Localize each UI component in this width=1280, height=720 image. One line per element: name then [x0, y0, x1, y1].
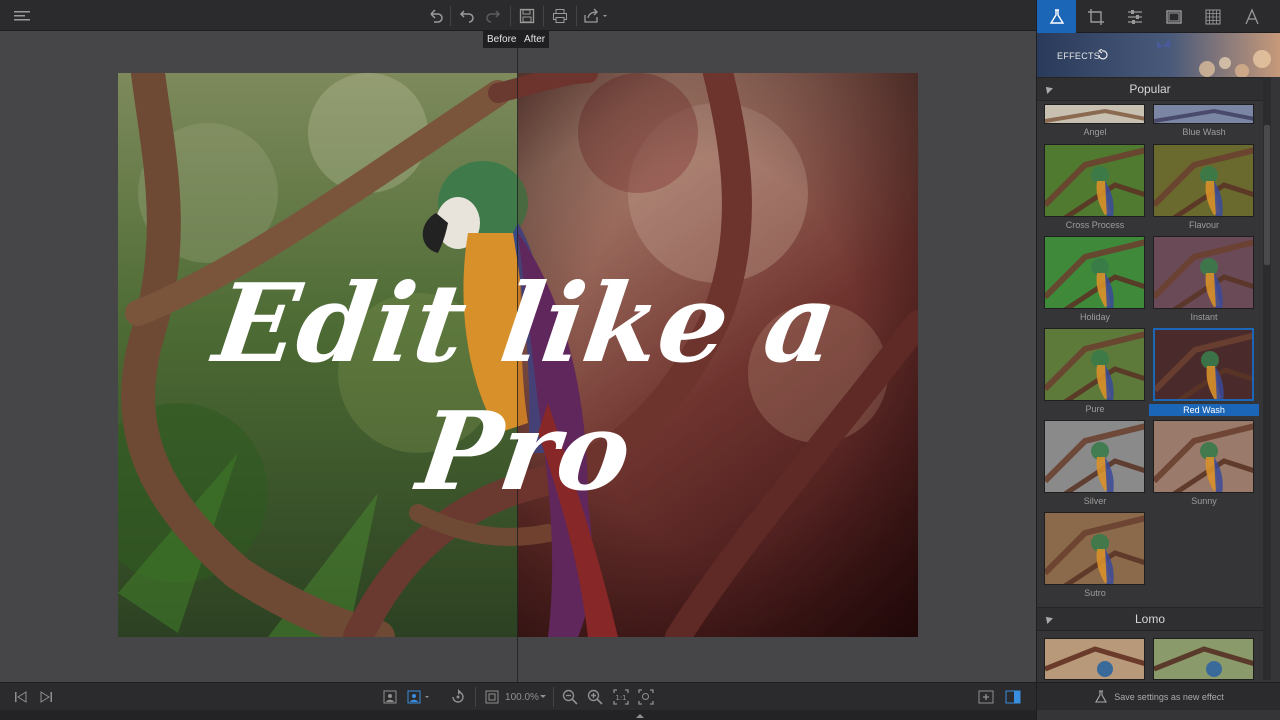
- zoom-fit-icon[interactable]: [636, 686, 656, 708]
- redo-icon[interactable]: [481, 4, 505, 28]
- section-popular-label: Popular: [1129, 82, 1171, 96]
- effect-label-holiday: Holiday: [1079, 312, 1110, 322]
- effects-header-label: EFFECTS: [1057, 51, 1101, 61]
- tab-crop[interactable]: [1076, 0, 1115, 33]
- add-image-icon[interactable]: [976, 686, 996, 708]
- save-icon[interactable]: [515, 4, 539, 28]
- effects-panel: EFFECTS Popular Angel Blue Wash Cross Pr…: [1036, 0, 1280, 720]
- share-icon[interactable]: [581, 4, 611, 28]
- tab-text[interactable]: [1232, 0, 1271, 33]
- last-image-icon[interactable]: [37, 686, 55, 708]
- compare-view-icon[interactable]: [406, 686, 436, 708]
- effect-label-sutro: Sutro: [1084, 588, 1106, 598]
- tab-effects[interactable]: [1037, 0, 1076, 33]
- after-label: After: [520, 31, 550, 48]
- undo-icon[interactable]: [423, 4, 447, 28]
- effect-thumb-blue-wash[interactable]: [1153, 104, 1254, 124]
- lomo-thumb-2[interactable]: [1153, 638, 1254, 680]
- effects-scrollbar[interactable]: [1263, 77, 1271, 680]
- panel-tabs: [1037, 0, 1280, 33]
- effect-label-pure: Pure: [1085, 404, 1105, 414]
- print-icon[interactable]: [548, 4, 572, 28]
- zoom-dropdown-icon[interactable]: [538, 686, 548, 708]
- effect-thumb-silver[interactable]: [1044, 420, 1145, 493]
- effect-label-flavour: Flavour: [1188, 220, 1219, 230]
- rotate-icon[interactable]: [448, 686, 468, 708]
- single-view-icon[interactable]: [380, 686, 400, 708]
- section-popular[interactable]: Popular: [1037, 77, 1263, 101]
- zoom-in-icon[interactable]: [585, 686, 605, 708]
- bottom-toolbar: 100.0% 1:1: [0, 682, 1036, 710]
- effect-thumb-instant[interactable]: [1153, 236, 1254, 309]
- zoom-out-icon[interactable]: [560, 686, 580, 708]
- top-toolbar: [0, 0, 1036, 31]
- text-icon: [1244, 7, 1259, 24]
- before-after-divider[interactable]: [517, 31, 518, 682]
- frame-icon: [1165, 9, 1182, 24]
- effect-label-silver: Silver: [1083, 496, 1107, 506]
- effect-thumb-cross-process[interactable]: [1044, 144, 1145, 217]
- sliders-icon: [1127, 9, 1142, 24]
- flask-icon: [1049, 8, 1064, 24]
- hamburger-icon[interactable]: [10, 4, 34, 28]
- section-lomo-label: Lomo: [1134, 612, 1166, 626]
- save-effect-label: Save settings as new effect: [1114, 691, 1224, 702]
- image-canvas[interactable]: Before After Edit like a Pro: [0, 31, 1036, 682]
- tab-textures[interactable]: [1193, 0, 1232, 33]
- effect-label-cross-process: Cross Process: [1065, 220, 1125, 230]
- effect-label-instant: Instant: [1190, 312, 1218, 322]
- grid-icon: [1205, 9, 1220, 24]
- section-lomo[interactable]: Lomo: [1037, 607, 1263, 631]
- save-effect-button[interactable]: Save settings as new effect: [1037, 682, 1280, 710]
- zoom-level[interactable]: 100.0%: [503, 686, 541, 708]
- scroll-thumb[interactable]: [1264, 125, 1270, 265]
- photo-preview: [118, 73, 918, 637]
- effect-thumb-pure[interactable]: [1044, 328, 1145, 401]
- effects-header: EFFECTS: [1037, 33, 1280, 77]
- effect-thumb-sutro[interactable]: [1044, 512, 1145, 585]
- first-image-icon[interactable]: [12, 686, 30, 708]
- svg-text:1:1: 1:1: [615, 694, 626, 702]
- effect-thumb-holiday[interactable]: [1044, 236, 1145, 309]
- toggle-panel-icon[interactable]: [1003, 686, 1023, 708]
- effect-thumb-flavour[interactable]: [1153, 144, 1254, 217]
- effect-thumb-angel[interactable]: [1044, 104, 1145, 124]
- effect-label-red-wash: Red Wash: [1149, 404, 1259, 416]
- crop-icon: [1087, 8, 1104, 25]
- effect-label-sunny: Sunny: [1191, 496, 1217, 506]
- tab-adjust[interactable]: [1115, 0, 1154, 33]
- photo-editor-app: Before After Edit like a Pro 100.0% 1:1 …: [0, 0, 1280, 720]
- effect-label-angel: Angel: [1083, 127, 1107, 137]
- fit-icon[interactable]: [483, 686, 501, 708]
- undo-step-icon[interactable]: [455, 4, 479, 28]
- effect-thumb-sunny[interactable]: [1153, 420, 1254, 493]
- tab-frames[interactable]: [1154, 0, 1193, 33]
- flask-plus-icon: [1095, 689, 1108, 703]
- actual-size-icon[interactable]: 1:1: [611, 686, 631, 708]
- effect-thumb-red-wash[interactable]: [1153, 328, 1254, 401]
- before-label: Before: [483, 31, 521, 48]
- lomo-thumb-1[interactable]: [1044, 638, 1145, 680]
- reset-icon[interactable]: [1096, 49, 1108, 61]
- effect-label-blue-wash: Blue Wash: [1182, 127, 1226, 137]
